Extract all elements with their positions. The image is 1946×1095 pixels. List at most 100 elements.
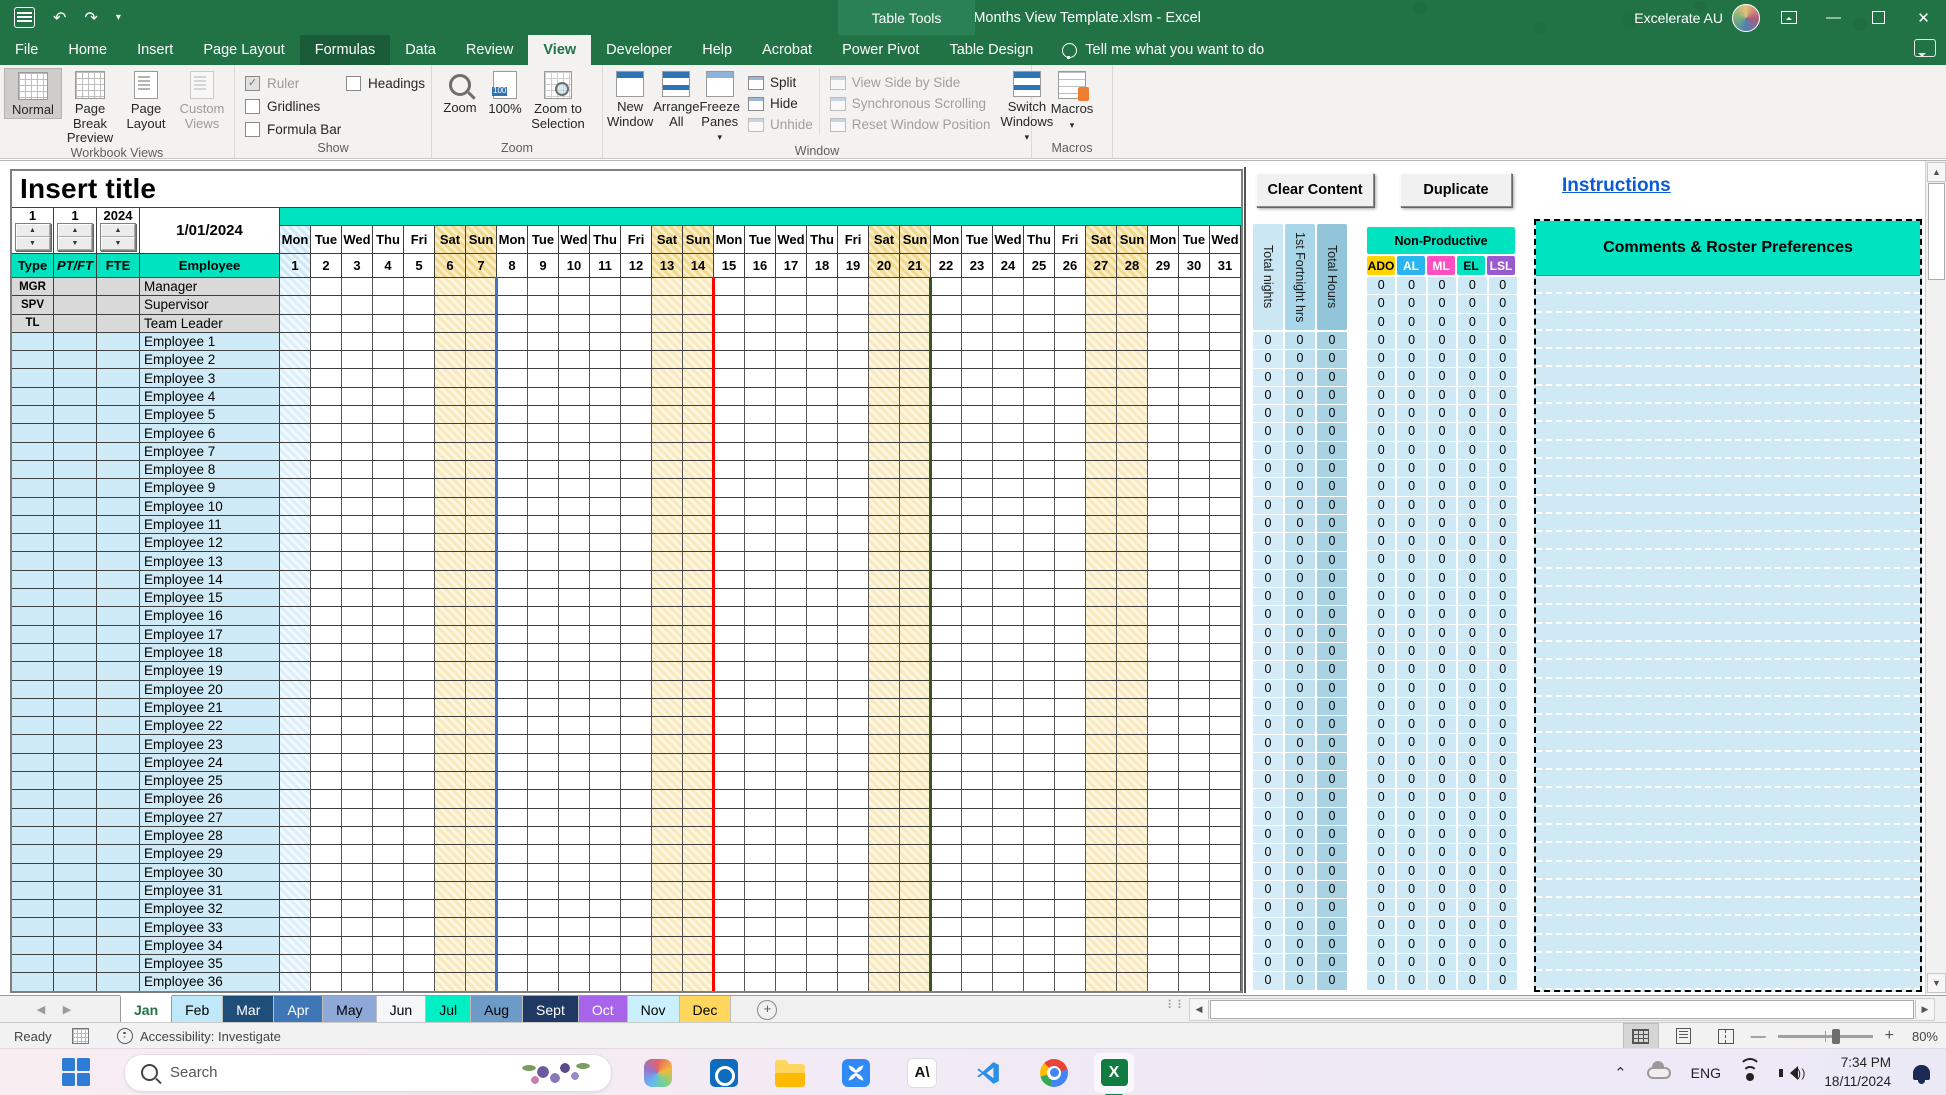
day-cell[interactable] <box>683 443 714 460</box>
non-productive-value-cell[interactable]: 0 <box>1489 588 1517 605</box>
day-cell[interactable] <box>497 296 528 313</box>
day-cell[interactable] <box>497 900 528 917</box>
non-productive-value-cell[interactable]: 0 <box>1428 295 1456 312</box>
non-productive-value-cell[interactable]: 0 <box>1428 332 1456 349</box>
sheet-tab-jun[interactable]: Jun <box>377 996 427 1023</box>
day-cell[interactable] <box>900 607 931 624</box>
day-cell[interactable] <box>1055 973 1086 990</box>
day-cell[interactable] <box>1117 589 1148 606</box>
day-cell[interactable] <box>1148 955 1179 972</box>
ai-app-icon[interactable]: A\ <box>902 1053 942 1093</box>
total-value-cell[interactable]: 0 <box>1285 954 1315 971</box>
day-cell[interactable] <box>1117 607 1148 624</box>
day-cell[interactable] <box>342 607 373 624</box>
day-cell[interactable] <box>652 571 683 588</box>
type-cell[interactable] <box>12 918 54 935</box>
day-cell[interactable] <box>559 406 590 423</box>
day-name-13[interactable]: Sat <box>652 226 683 253</box>
copilot-icon[interactable] <box>638 1053 678 1093</box>
fte-cell[interactable] <box>97 498 140 515</box>
day-cell[interactable] <box>590 900 621 917</box>
non-productive-value-cell[interactable]: 0 <box>1428 625 1456 642</box>
non-productive-value-cell[interactable]: 0 <box>1367 863 1395 880</box>
day-cell[interactable] <box>404 717 435 734</box>
day-cell[interactable] <box>745 937 776 954</box>
day-cell[interactable] <box>714 918 745 935</box>
day-cell[interactable] <box>931 479 962 496</box>
day-cell[interactable] <box>559 699 590 716</box>
day-cell[interactable] <box>1055 662 1086 679</box>
type-cell[interactable] <box>12 809 54 826</box>
day-cell[interactable] <box>621 607 652 624</box>
day-cell[interactable] <box>776 516 807 533</box>
sheet-tab-oct[interactable]: Oct <box>579 996 628 1023</box>
non-productive-value-cell[interactable]: 0 <box>1489 368 1517 385</box>
day-cell[interactable] <box>993 406 1024 423</box>
total-value-cell[interactable]: 0 <box>1253 716 1283 733</box>
day-number-4[interactable]: 4 <box>373 254 404 277</box>
day-cell[interactable] <box>404 626 435 643</box>
non-productive-value-cell[interactable]: 0 <box>1489 808 1517 825</box>
ribbon-display-options-button[interactable] <box>1766 0 1811 35</box>
day-cell[interactable] <box>1210 315 1241 332</box>
ptft-header[interactable]: PT/FT <box>54 254 97 277</box>
zoom-slider[interactable] <box>1778 1035 1873 1038</box>
day-cell[interactable] <box>559 479 590 496</box>
ptft-cell[interactable] <box>54 827 97 844</box>
day-cell[interactable] <box>590 296 621 313</box>
day-name-19[interactable]: Fri <box>838 226 869 253</box>
day-cell[interactable] <box>280 552 311 569</box>
day-cell[interactable] <box>652 406 683 423</box>
day-cell[interactable] <box>683 827 714 844</box>
day-number-20[interactable]: 20 <box>869 254 900 277</box>
day-cell[interactable] <box>435 937 466 954</box>
bluesky-icon[interactable] <box>836 1053 876 1093</box>
total-value-cell[interactable]: 0 <box>1253 661 1283 678</box>
total-value-cell[interactable]: 0 <box>1317 369 1347 386</box>
employee-name-cell[interactable]: Employee 20 <box>140 681 280 698</box>
day-cell[interactable] <box>280 809 311 826</box>
tab-help[interactable]: Help <box>687 35 747 65</box>
day-cell[interactable] <box>621 717 652 734</box>
comment-row[interactable] <box>1536 898 1920 916</box>
day-cell[interactable] <box>900 699 931 716</box>
type-cell[interactable] <box>12 699 54 716</box>
day-cell[interactable] <box>435 864 466 881</box>
day-name-22[interactable]: Mon <box>931 226 962 253</box>
total-value-cell[interactable]: 0 <box>1285 332 1315 349</box>
fte-cell[interactable] <box>97 809 140 826</box>
ptft-cell[interactable] <box>54 351 97 368</box>
non-productive-value-cell[interactable]: 0 <box>1489 423 1517 440</box>
day-cell[interactable] <box>931 864 962 881</box>
non-productive-value-cell[interactable]: 0 <box>1367 972 1395 989</box>
day-cell[interactable] <box>714 552 745 569</box>
non-productive-value-cell[interactable]: 0 <box>1397 387 1425 404</box>
tell-me-box[interactable]: Tell me what you want to do <box>1048 35 1278 65</box>
day-cell[interactable] <box>807 626 838 643</box>
day-cell[interactable] <box>745 461 776 478</box>
day-cell[interactable] <box>590 717 621 734</box>
fte-cell[interactable] <box>97 589 140 606</box>
day-cell[interactable] <box>559 845 590 862</box>
day-cell[interactable] <box>993 552 1024 569</box>
day-cell[interactable] <box>652 315 683 332</box>
day-cell[interactable] <box>404 918 435 935</box>
day-cell[interactable] <box>621 498 652 515</box>
day-cell[interactable] <box>621 589 652 606</box>
day-cell[interactable] <box>435 351 466 368</box>
day-cell[interactable] <box>404 589 435 606</box>
day-cell[interactable] <box>900 790 931 807</box>
day-cell[interactable] <box>869 516 900 533</box>
day-cell[interactable] <box>311 369 342 386</box>
day-cell[interactable] <box>1055 369 1086 386</box>
day-cell[interactable] <box>714 388 745 405</box>
day-cell[interactable] <box>1148 772 1179 789</box>
day-cell[interactable] <box>714 735 745 752</box>
day-cell[interactable] <box>931 406 962 423</box>
non-productive-value-cell[interactable]: 0 <box>1458 643 1486 660</box>
day-cell[interactable] <box>311 516 342 533</box>
day-cell[interactable] <box>528 882 559 899</box>
fte-cell[interactable] <box>97 424 140 441</box>
day-cell[interactable] <box>776 552 807 569</box>
day-cell[interactable] <box>962 973 993 990</box>
